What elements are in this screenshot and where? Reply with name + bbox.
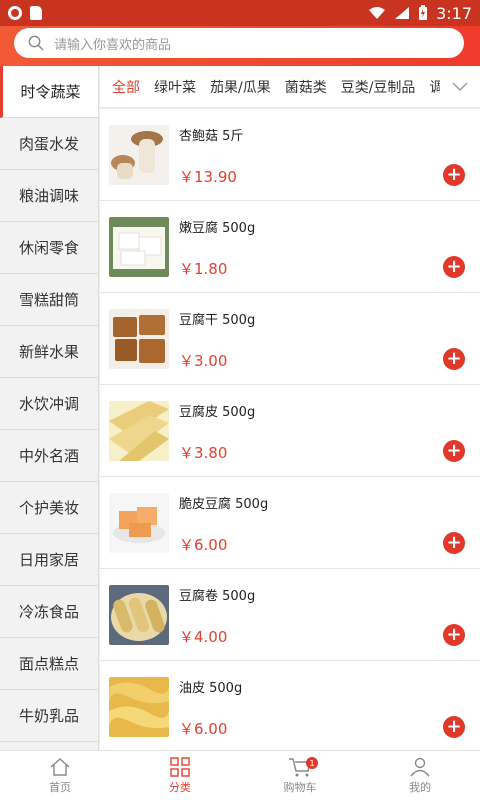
notification-circle-icon [8,6,22,20]
add-to-cart-button[interactable]: + [443,256,465,278]
category-item[interactable]: 面点糕点 [0,638,98,690]
product-price: ￥1.80 [179,260,228,278]
category-item[interactable]: 雪糕甜筒 [0,274,98,326]
wifi-icon [369,7,386,19]
sd-card-icon [30,6,42,20]
battery-icon [419,5,428,20]
product-image-tofu-roll [109,585,169,645]
category-item[interactable]: 新鲜水果 [0,326,98,378]
user-icon [410,757,430,776]
bottom-nav: 首页 分类 1 购物车 我的 [0,750,480,800]
product-list: 杏鲍菇 5斤 ￥13.90 + 嫩豆腐 500g ￥1.80 + 豆腐干 500… [100,109,480,750]
product-name: 脆皮豆腐 500g [179,497,269,512]
cart-badge: 1 [306,757,318,769]
add-to-cart-button[interactable]: + [443,164,465,186]
add-to-cart-button[interactable]: + [443,624,465,646]
clock: 3:17 [436,3,472,23]
plus-icon: + [446,164,462,185]
product-item[interactable]: 豆腐干 500g ￥3.00 + [100,293,480,385]
nav-cart-label: 购物车 [283,780,317,794]
plus-icon: + [446,256,462,277]
subcategory-tabs: 全部 绿叶菜 茄果/瓜果 菌菇类 豆类/豆制品 调味 [100,66,480,108]
product-item[interactable]: 豆腐皮 500g ￥3.80 + [100,385,480,477]
chevron-down-icon [452,82,468,91]
nav-category-label: 分类 [169,780,191,794]
product-name: 嫩豆腐 500g [179,221,256,236]
product-name: 豆腐皮 500g [179,405,256,420]
plus-icon: + [446,348,462,369]
product-name: 油皮 500g [179,681,243,696]
add-to-cart-button[interactable]: + [443,348,465,370]
add-to-cart-button[interactable]: + [443,716,465,738]
product-image-dried-tofu [109,309,169,369]
product-name: 豆腐干 500g [179,313,256,328]
product-price: ￥6.00 [179,720,228,738]
tab-all[interactable]: 全部 [112,77,140,97]
product-price: ￥3.00 [179,352,228,370]
category-item[interactable]: 中外名酒 [0,430,98,482]
product-price: ￥6.00 [179,536,228,554]
product-name: 杏鲍菇 5斤 [179,129,244,144]
product-price: ￥13.90 [179,168,237,186]
plus-icon: + [446,440,462,461]
nav-home[interactable]: 首页 [0,751,120,800]
add-to-cart-button[interactable]: + [443,440,465,462]
home-icon [50,757,70,776]
tab-leafy[interactable]: 绿叶菜 [154,77,196,97]
search-input[interactable]: 请输入你喜欢的商品 [14,28,464,58]
nav-cart[interactable]: 1 购物车 [240,751,360,800]
status-bar: 3:17 [0,0,480,26]
product-price: ￥3.80 [179,444,228,462]
category-item[interactable]: 牛奶乳品 [0,690,98,742]
tab-fruit-veg[interactable]: 茄果/瓜果 [210,77,271,97]
product-image-tofu [109,217,169,277]
product-image-mushroom [109,125,169,185]
product-image-tofu-skin [109,401,169,461]
expand-tabs-button[interactable] [440,66,480,107]
nav-mine[interactable]: 我的 [360,751,480,800]
product-price: ￥4.00 [179,628,228,646]
nav-home-label: 首页 [49,780,71,794]
nav-category[interactable]: 分类 [120,751,240,800]
category-item[interactable]: 个护美妆 [0,482,98,534]
product-item[interactable]: 脆皮豆腐 500g ￥6.00 + [100,477,480,569]
nav-mine-label: 我的 [409,780,431,794]
tab-mushroom[interactable]: 菌菇类 [285,77,327,97]
search-icon [28,35,44,51]
product-item[interactable]: 豆腐卷 500g ￥4.00 + [100,569,480,661]
category-item[interactable]: 日用家居 [0,534,98,586]
search-placeholder: 请输入你喜欢的商品 [54,37,172,53]
product-image-yuba [109,677,169,737]
category-sidebar: 时令蔬菜 肉蛋水发 粮油调味 休闲零食 雪糕甜筒 新鲜水果 水饮冲调 中外名酒 … [0,66,99,750]
category-grid-icon [170,756,190,777]
product-image-crispy-tofu [109,493,169,553]
add-to-cart-button[interactable]: + [443,532,465,554]
tab-beans[interactable]: 豆类/豆制品 [341,77,416,97]
header: 请输入你喜欢的商品 [0,26,480,66]
product-item[interactable]: 嫩豆腐 500g ￥1.80 + [100,201,480,293]
plus-icon: + [446,624,462,645]
product-name: 豆腐卷 500g [179,589,256,604]
category-item[interactable]: 时令蔬菜 [0,66,98,118]
category-item[interactable]: 休闲零食 [0,222,98,274]
signal-icon [395,7,410,19]
plus-icon: + [446,716,462,737]
category-item[interactable]: 肉蛋水发 [0,118,98,170]
category-item[interactable]: 冷冻食品 [0,586,98,638]
product-item[interactable]: 杏鲍菇 5斤 ￥13.90 + [100,109,480,201]
product-item[interactable]: 油皮 500g ￥6.00 + [100,661,480,750]
category-item[interactable]: 水饮冲调 [0,378,98,430]
category-item[interactable]: 粮油调味 [0,170,98,222]
plus-icon: + [446,532,462,553]
